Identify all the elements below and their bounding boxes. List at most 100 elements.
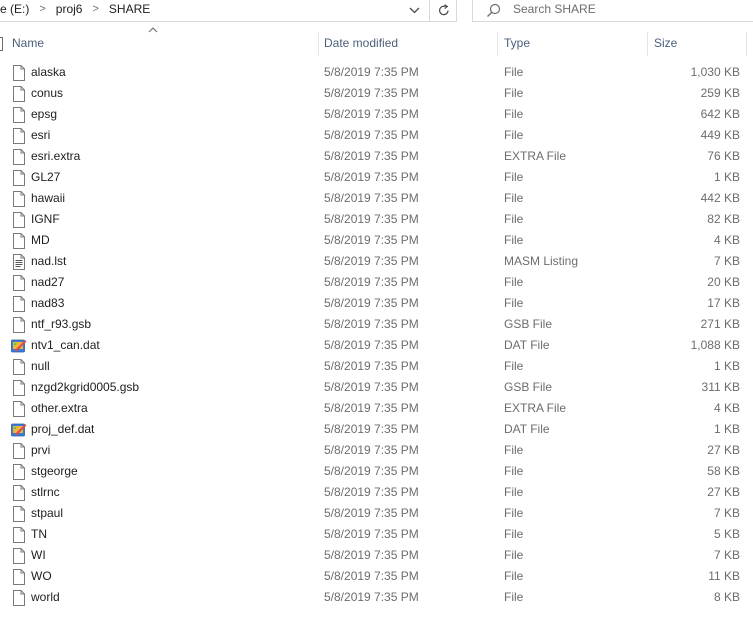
file-size: 76 KB — [707, 149, 740, 163]
file-name: nad83 — [31, 296, 65, 310]
file-type: File — [504, 128, 524, 142]
file-row[interactable]: conus 5/8/2019 7:35 PM File 259 KB — [0, 83, 753, 104]
file-row[interactable]: ntv1_can.dat 5/8/2019 7:35 PM DAT File 1,08… — [0, 335, 753, 356]
file-row[interactable]: prvi 5/8/2019 7:35 PM File 27 KB — [0, 440, 753, 461]
file-type: File — [504, 86, 524, 100]
file-name: hawaii — [31, 191, 66, 205]
breadcrumb-proj6[interactable]: proj6 — [50, 2, 89, 16]
file-icon — [12, 275, 26, 291]
search-box[interactable]: Search SHARE — [472, 0, 753, 22]
file-row[interactable]: GL27 5/8/2019 7:35 PM File 1 KB — [0, 167, 753, 188]
file-size: 1,030 KB — [690, 65, 740, 79]
file-icon — [12, 443, 26, 459]
file-icon — [12, 212, 26, 228]
file-row[interactable]: ntf_r93.gsb 5/8/2019 7:35 PM GSB File 271 K… — [0, 314, 753, 335]
file-row[interactable]: WI 5/8/2019 7:35 PM File 7 KB — [0, 545, 753, 566]
refresh-button[interactable] — [429, 0, 458, 21]
column-header-type[interactable]: Type — [504, 30, 530, 56]
file-type: GSB File — [504, 317, 553, 331]
file-row[interactable]: stpaul 5/8/2019 7:35 PM File 7 KB — [0, 503, 753, 524]
dat-file-icon — [11, 422, 27, 438]
file-name: prvi — [31, 443, 51, 457]
column-divider[interactable] — [497, 32, 498, 56]
column-header-date-modified[interactable]: Date modified — [324, 30, 398, 56]
file-date-modified: 5/8/2019 7:35 PM — [324, 401, 419, 415]
file-date-modified: 5/8/2019 7:35 PM — [324, 212, 419, 226]
search-icon — [487, 3, 501, 17]
file-size: 11 KB — [708, 569, 740, 583]
file-row[interactable]: nad83 5/8/2019 7:35 PM File 17 KB — [0, 293, 753, 314]
file-icon — [12, 128, 26, 144]
column-header-size[interactable]: Size — [654, 30, 677, 56]
file-type: MASM Listing — [504, 254, 579, 268]
file-row[interactable]: MD 5/8/2019 7:35 PM File 4 KB — [0, 230, 753, 251]
file-type: File — [504, 527, 524, 541]
file-icon — [12, 170, 26, 186]
file-type: File — [504, 191, 524, 205]
file-name: other.extra — [31, 401, 88, 415]
file-date-modified: 5/8/2019 7:35 PM — [324, 590, 419, 604]
file-icon — [12, 86, 26, 102]
file-size: 1,088 KB — [690, 338, 740, 352]
file-date-modified: 5/8/2019 7:35 PM — [324, 254, 419, 268]
file-type: File — [504, 548, 524, 562]
file-size: 7 KB — [713, 548, 740, 562]
file-row[interactable]: stlrnc 5/8/2019 7:35 PM File 27 KB — [0, 482, 753, 503]
address-bar[interactable]: e (E:) > proj6 > SHARE — [0, 0, 457, 22]
column-header-name[interactable]: Name — [12, 30, 44, 56]
address-history-dropdown-button[interactable] — [400, 0, 428, 21]
file-date-modified: 5/8/2019 7:35 PM — [324, 233, 419, 247]
file-size: 1 KB — [713, 359, 740, 373]
file-row[interactable]: stgeorge 5/8/2019 7:35 PM File 58 KB — [0, 461, 753, 482]
file-type: File — [504, 359, 524, 373]
file-date-modified: 5/8/2019 7:35 PM — [324, 191, 419, 205]
file-type: File — [504, 212, 524, 226]
file-name: nad.lst — [31, 254, 67, 268]
file-row[interactable]: proj_def.dat 5/8/2019 7:35 PM DAT File 1 KB — [0, 419, 753, 440]
file-row[interactable]: esri.extra 5/8/2019 7:35 PM EXTRA File 76 K… — [0, 146, 753, 167]
file-date-modified: 5/8/2019 7:35 PM — [324, 443, 419, 457]
column-divider[interactable] — [318, 32, 319, 56]
file-size: 8 KB — [713, 590, 740, 604]
file-icon — [12, 506, 26, 522]
file-row[interactable]: epsg 5/8/2019 7:35 PM File 642 KB — [0, 104, 753, 125]
file-row[interactable]: hawaii 5/8/2019 7:35 PM File 442 KB — [0, 188, 753, 209]
file-row[interactable]: alaska 5/8/2019 7:35 PM File 1,030 KB — [0, 62, 753, 83]
file-icon — [12, 569, 26, 585]
file-row[interactable]: other.extra 5/8/2019 7:35 PM EXTRA File 4 K… — [0, 398, 753, 419]
file-type: File — [504, 569, 524, 583]
file-size: 259 KB — [700, 86, 740, 100]
file-row[interactable]: WO 5/8/2019 7:35 PM File 11 KB — [0, 566, 753, 587]
file-size: 27 KB — [707, 443, 740, 457]
file-size: 5 KB — [713, 527, 740, 541]
breadcrumb-share[interactable]: SHARE — [103, 2, 156, 16]
chevron-down-icon — [409, 7, 419, 14]
file-row[interactable]: nad.lst 5/8/2019 7:35 PM MASM Listing 7 KB — [0, 251, 753, 272]
file-name: nzgd2kgrid0005.gsb — [31, 380, 140, 394]
header-edge — [0, 37, 3, 51]
search-input[interactable]: Search SHARE — [513, 2, 596, 16]
file-icon — [12, 359, 26, 375]
column-divider[interactable] — [746, 32, 747, 56]
file-icon — [12, 233, 26, 249]
file-row[interactable]: nzgd2kgrid0005.gsb 5/8/2019 7:35 PM GSB Fi… — [0, 377, 753, 398]
file-name: stpaul — [31, 506, 64, 520]
file-type: File — [504, 464, 524, 478]
breadcrumb-drive[interactable]: e (E:) — [0, 2, 35, 16]
file-name: WI — [31, 548, 46, 562]
file-icon — [12, 149, 26, 165]
breadcrumb-separator[interactable]: > — [35, 3, 49, 15]
file-row[interactable]: nad27 5/8/2019 7:35 PM File 20 KB — [0, 272, 753, 293]
file-date-modified: 5/8/2019 7:35 PM — [324, 506, 419, 520]
file-icon — [12, 380, 26, 396]
file-row[interactable]: TN 5/8/2019 7:35 PM File 5 KB — [0, 524, 753, 545]
file-row[interactable]: null 5/8/2019 7:35 PM File 1 KB — [0, 356, 753, 377]
breadcrumb-separator[interactable]: > — [88, 3, 102, 15]
file-row[interactable]: esri 5/8/2019 7:35 PM File 449 KB — [0, 125, 753, 146]
file-icon — [12, 485, 26, 501]
column-divider[interactable] — [647, 32, 648, 56]
file-row[interactable]: world 5/8/2019 7:35 PM File 8 KB — [0, 587, 753, 608]
file-type: EXTRA File — [504, 149, 567, 163]
file-row[interactable]: IGNF 5/8/2019 7:35 PM File 82 KB — [0, 209, 753, 230]
file-list: alaska 5/8/2019 7:35 PM File 1,030 KB conus 5… — [0, 62, 753, 608]
